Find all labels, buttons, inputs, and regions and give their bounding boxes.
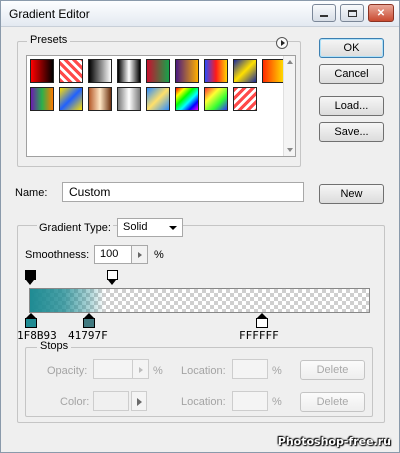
scroll-up-icon[interactable] <box>287 60 293 64</box>
ok-button[interactable]: OK <box>319 38 384 58</box>
name-input[interactable]: Custom <box>62 182 304 202</box>
minimize-icon <box>320 15 328 17</box>
opacity-location-input[interactable] <box>232 359 268 379</box>
color-location-input[interactable] <box>232 391 268 411</box>
window-title: Gradient Editor <box>9 7 90 21</box>
color-location-unit: % <box>272 396 282 408</box>
color-stop-3-label: FFFFFF <box>239 329 279 342</box>
stops-label: Stops <box>37 340 72 352</box>
opacity-label: Opacity: <box>47 365 88 377</box>
preset-swatch[interactable] <box>30 59 54 83</box>
color-stop-2[interactable] <box>83 313 95 329</box>
watermark-text: Photoshop-free.ru <box>277 435 391 448</box>
opacity-location-unit: % <box>272 365 282 377</box>
right-triangle-icon <box>139 367 143 373</box>
preset-swatch[interactable] <box>59 59 83 83</box>
smoothness-slider-button[interactable] <box>132 245 148 264</box>
presets-grid <box>26 55 296 157</box>
cancel-button[interactable]: Cancel <box>319 64 384 84</box>
opacity-delete-button[interactable]: Delete <box>300 360 365 380</box>
presets-menu-button[interactable] <box>276 37 288 49</box>
color-stop-2-label: 41797F <box>68 329 108 342</box>
right-arrow-circle-icon <box>280 40 285 46</box>
opacity-input[interactable] <box>93 359 133 379</box>
right-triangle-icon <box>137 398 142 406</box>
preset-swatch[interactable] <box>59 87 83 111</box>
preset-swatch[interactable] <box>30 87 54 111</box>
load-button[interactable]: Load... <box>319 96 384 116</box>
save-button[interactable]: Save... <box>319 122 384 142</box>
opacity-unit: % <box>153 365 163 377</box>
minimize-button[interactable] <box>312 4 336 22</box>
color-picker-button[interactable] <box>131 391 147 411</box>
smoothness-unit: % <box>154 249 164 261</box>
maximize-icon <box>347 9 357 17</box>
new-button[interactable]: New <box>319 184 384 204</box>
preset-swatch[interactable] <box>117 87 141 111</box>
preset-swatch[interactable] <box>233 59 257 83</box>
right-triangle-icon <box>138 252 142 258</box>
opacity-location-label: Location: <box>181 365 226 377</box>
color-label: Color: <box>60 396 90 408</box>
gradient-type-label: Gradient Type: <box>37 222 113 234</box>
gradient-type-select[interactable]: Solid <box>117 218 183 237</box>
opacity-slider-button[interactable] <box>133 359 149 379</box>
preset-swatch[interactable] <box>233 87 257 111</box>
close-icon: ✕ <box>376 7 386 19</box>
color-stop-1[interactable] <box>25 313 37 329</box>
maximize-button[interactable] <box>340 4 364 22</box>
preset-swatch[interactable] <box>146 59 170 83</box>
color-delete-button[interactable]: Delete <box>300 392 365 412</box>
name-label: Name: <box>15 187 48 199</box>
opacity-stop-left[interactable] <box>25 270 36 285</box>
gradient-preview-bar[interactable] <box>29 288 370 313</box>
preset-swatch[interactable] <box>175 87 199 111</box>
color-location-label: Location: <box>181 396 226 408</box>
smoothness-label: Smoothness: <box>25 249 90 261</box>
scroll-down-icon[interactable] <box>287 148 293 152</box>
color-stop-3[interactable] <box>256 313 268 329</box>
title-bar[interactable]: Gradient Editor ✕ <box>1 1 399 27</box>
gradient-fill <box>30 289 369 312</box>
preset-swatch[interactable] <box>204 59 228 83</box>
preset-swatch[interactable] <box>117 59 141 83</box>
gradient-editor-window: Gradient Editor ✕ Presets OK Cancel Load… <box>0 0 400 453</box>
presets-scrollbar[interactable] <box>283 56 295 156</box>
preset-swatch[interactable] <box>88 87 112 111</box>
preset-swatch[interactable] <box>175 59 199 83</box>
gradient-type-value: Solid <box>123 221 148 233</box>
smoothness-input[interactable]: 100 <box>94 245 132 264</box>
chevron-down-icon <box>169 226 177 230</box>
color-swatch[interactable] <box>93 391 129 411</box>
close-button[interactable]: ✕ <box>368 4 394 22</box>
preset-swatch[interactable] <box>146 87 170 111</box>
preset-swatch[interactable] <box>204 87 228 111</box>
opacity-stop-right[interactable] <box>107 270 118 285</box>
presets-label: Presets <box>27 34 71 46</box>
preset-swatch[interactable] <box>88 59 112 83</box>
